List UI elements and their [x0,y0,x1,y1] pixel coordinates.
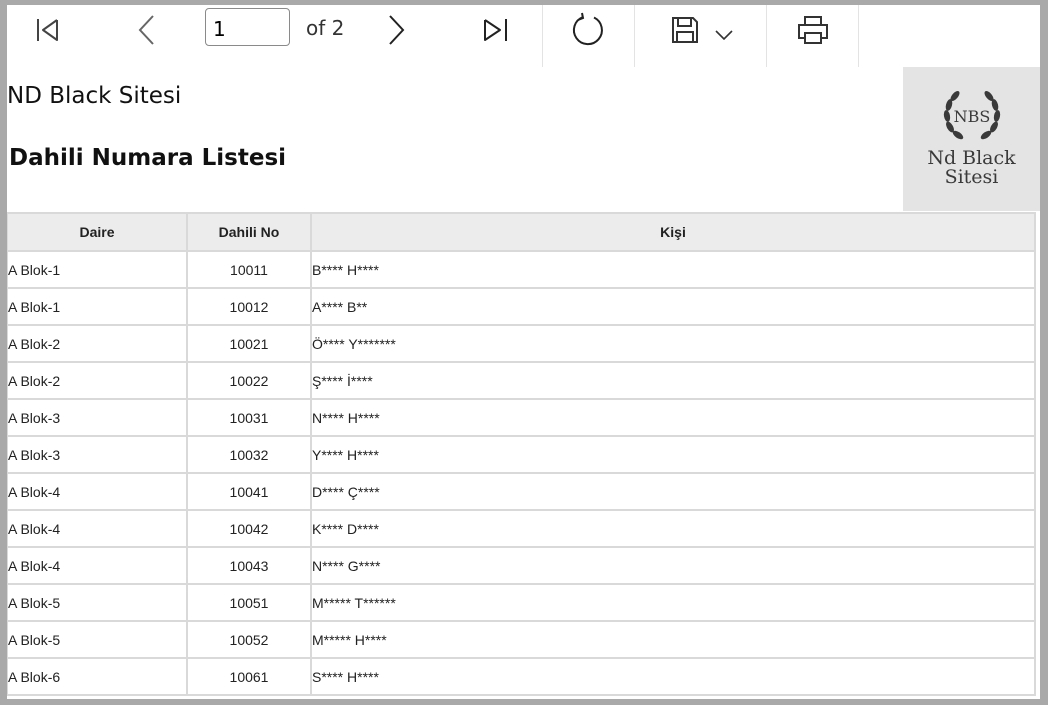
first-page-button[interactable] [29,5,64,55]
cell-kisi: M***** T****** [310,583,1036,622]
cell-daire: A Blok-3 [7,435,188,474]
table-row: A Blok-3 10031 N**** H**** [7,398,1036,437]
cell-dahili-no: 10042 [186,509,312,548]
toolbar-separator [858,5,859,67]
cell-daire: A Blok-6 [7,657,188,696]
refresh-icon [572,12,603,46]
svg-text:NBS: NBS [953,107,990,126]
table-row: A Blok-5 10051 M***** T****** [7,583,1036,622]
table-row: A Blok-2 10022 Ş**** İ**** [7,361,1036,400]
logo-line-2: Sitesi [944,166,999,188]
toolbar-separator [766,5,767,67]
print-icon [798,16,828,44]
site-logo: NBS Nd Black Sitesi [903,67,1040,211]
cell-dahili-no: 10043 [186,546,312,585]
page-number-input[interactable] [205,8,290,46]
cell-kisi: A**** B** [310,287,1036,326]
last-page-button[interactable] [481,5,511,55]
table-row: A Blok-1 10011 B**** H**** [7,250,1036,289]
cell-daire: A Blok-1 [7,250,188,289]
table-row: A Blok-4 10043 N**** G**** [7,546,1036,585]
cell-kisi: N**** G**** [310,546,1036,585]
table-row: A Blok-3 10032 Y**** H**** [7,435,1036,474]
cell-dahili-no: 10041 [186,472,312,511]
cell-dahili-no: 10032 [186,435,312,474]
report-title: Dahili Numara Listesi [9,145,287,171]
cell-kisi: K**** D**** [310,509,1036,548]
cell-daire: A Blok-3 [7,398,188,437]
cell-daire: A Blok-2 [7,361,188,400]
cell-daire: A Blok-2 [7,324,188,363]
last-page-icon [484,19,507,41]
cell-kisi: S**** H**** [310,657,1036,696]
cell-daire: A Blok-1 [7,287,188,326]
previous-page-icon [138,15,154,45]
cell-dahili-no: 10012 [186,287,312,326]
table-row: A Blok-1 10012 A**** B** [7,287,1036,326]
toolbar-separator [542,5,543,67]
extension-list-table: Daire Dahili No Kişi A Blok-1 10011 B**** … [7,212,1036,696]
cell-kisi: Ö**** Y******* [310,324,1036,363]
page-count-label: of 2 [306,16,345,40]
previous-page-button[interactable] [131,5,161,55]
column-header-kisi: Kişi [310,212,1036,252]
column-header-daire: Daire [7,212,188,252]
column-header-dahili-no: Dahili No [186,212,312,252]
cell-daire: A Blok-4 [7,472,188,511]
table-row: A Blok-4 10041 D**** Ç**** [7,472,1036,511]
toolbar-separator [634,5,635,67]
cell-dahili-no: 10021 [186,324,312,363]
next-page-icon [389,15,405,45]
site-name: ND Black Sitesi [7,83,182,109]
cell-daire: A Blok-4 [7,546,188,585]
cell-daire: A Blok-5 [7,583,188,622]
report-viewer: of 2 [7,5,1040,699]
save-icon [672,17,698,43]
first-page-icon [36,19,58,41]
table-header-row: Daire Dahili No Kişi [7,212,1036,252]
cell-kisi: Y**** H**** [310,435,1036,474]
print-button[interactable] [795,5,831,55]
table-row: A Blok-6 10061 S**** H**** [7,657,1036,696]
cell-dahili-no: 10051 [186,583,312,622]
cell-dahili-no: 10031 [186,398,312,437]
cell-dahili-no: 10011 [186,250,312,289]
cell-kisi: Ş**** İ**** [310,361,1036,400]
save-button[interactable] [667,5,737,55]
table-row: A Blok-4 10042 K**** D**** [7,509,1036,548]
report-toolbar: of 2 [7,5,1040,67]
cell-kisi: N**** H**** [310,398,1036,437]
cell-dahili-no: 10061 [186,657,312,696]
refresh-button[interactable] [570,5,606,55]
cell-dahili-no: 10022 [186,361,312,400]
cell-dahili-no: 10052 [186,620,312,659]
logo-text: Nd Black Sitesi [927,149,1015,187]
cell-daire: A Blok-4 [7,509,188,548]
table-row: A Blok-2 10021 Ö**** Y******* [7,324,1036,363]
cell-kisi: M***** H**** [310,620,1036,659]
cell-daire: A Blok-5 [7,620,188,659]
laurel-monogram-icon: NBS [943,91,1000,140]
chevron-down-icon [715,30,733,41]
table-row: A Blok-5 10052 M***** H**** [7,620,1036,659]
next-page-button[interactable] [382,5,412,55]
cell-kisi: B**** H**** [310,250,1036,289]
cell-kisi: D**** Ç**** [310,472,1036,511]
